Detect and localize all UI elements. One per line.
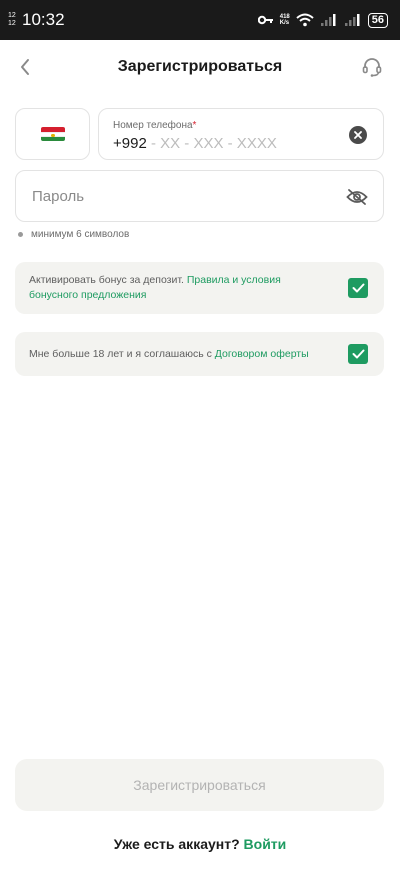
status-small-bottom: 12 bbox=[8, 20, 16, 27]
net-speed: 418 K/s bbox=[280, 14, 290, 26]
check-icon bbox=[352, 349, 364, 359]
country-selector[interactable] bbox=[15, 108, 90, 160]
required-mark: * bbox=[192, 120, 197, 131]
phone-value: +992 - XX - XXX - XXXX bbox=[113, 135, 277, 152]
status-small-indicator: 12 12 bbox=[8, 12, 20, 28]
wifi-icon bbox=[296, 13, 314, 27]
login-prompt: Уже есть аккаунт? Войти bbox=[0, 836, 400, 852]
login-link[interactable]: Войти bbox=[244, 836, 287, 852]
page-title: Зарегистрироваться bbox=[117, 58, 283, 75]
password-hint-text: минимум 6 символов bbox=[31, 229, 130, 240]
toggle-password-visibility-button[interactable] bbox=[345, 185, 369, 209]
phone-field[interactable]: Номер телефона* +992 - XX - XXX - XXXX bbox=[98, 108, 384, 160]
clear-phone-button[interactable] bbox=[349, 126, 367, 144]
check-icon bbox=[352, 283, 364, 293]
signal-icon bbox=[344, 13, 362, 27]
age-checkbox[interactable] bbox=[348, 344, 368, 364]
password-hint: минимум 6 символов bbox=[18, 229, 129, 240]
password-placeholder: Пароль bbox=[32, 188, 85, 205]
status-time: 10:32 bbox=[22, 10, 65, 29]
header: Зарегистрироваться bbox=[0, 40, 400, 94]
age-consent-text: Мне больше 18 лет и я соглашаюсь с Догов… bbox=[29, 347, 348, 362]
status-bar: 12 12 10:32 418 K/s 56 bbox=[0, 0, 400, 40]
back-button[interactable] bbox=[12, 54, 38, 80]
bonus-text: Активировать бонус за депозит. bbox=[29, 274, 184, 286]
clear-icon bbox=[354, 131, 362, 139]
status-small-top: 12 bbox=[8, 12, 16, 19]
bonus-checkbox[interactable] bbox=[348, 278, 368, 298]
tajikistan-flag-icon bbox=[40, 127, 65, 141]
chevron-left-icon bbox=[21, 59, 29, 75]
vpn-key-icon bbox=[257, 15, 274, 25]
signal-icon bbox=[320, 13, 338, 27]
phone-mask: - XX - XXX - XXXX bbox=[146, 135, 277, 152]
age-text: Мне больше 18 лет и я соглашаюсь с bbox=[29, 347, 212, 360]
net-speed-unit: K/s bbox=[279, 20, 290, 26]
eye-off-icon bbox=[346, 189, 368, 205]
phone-label: Номер телефона* bbox=[113, 120, 196, 131]
password-field[interactable]: Пароль bbox=[15, 170, 384, 222]
bonus-consent-card[interactable]: Активировать бонус за депозит. Правила и… bbox=[15, 262, 384, 314]
status-icons: 418 K/s 56 bbox=[257, 12, 388, 28]
bonus-consent-text: Активировать бонус за депозит. Правила и… bbox=[29, 273, 348, 303]
offer-agreement-link[interactable]: Договором оферты bbox=[215, 348, 309, 360]
age-consent-card[interactable]: Мне больше 18 лет и я соглашаюсь с Догов… bbox=[15, 332, 384, 376]
headset-icon bbox=[362, 58, 382, 77]
phone-prefix: +992 bbox=[113, 135, 147, 152]
support-button[interactable] bbox=[358, 53, 386, 81]
battery-icon: 56 bbox=[367, 12, 388, 28]
login-question: Уже есть аккаунт? bbox=[113, 836, 240, 852]
phone-label-text: Номер телефона bbox=[113, 120, 193, 131]
register-button[interactable]: Зарегистрироваться bbox=[15, 759, 384, 811]
hint-bullet bbox=[18, 232, 23, 237]
